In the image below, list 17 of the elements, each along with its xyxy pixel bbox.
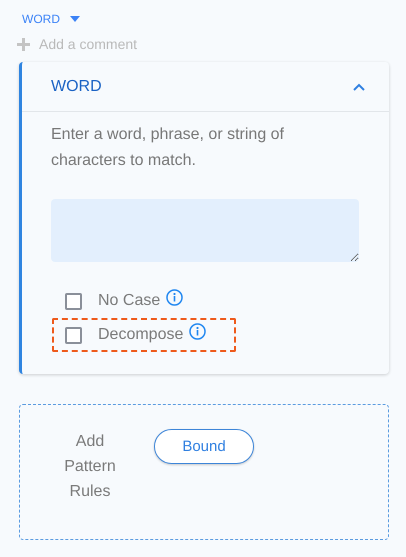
caret-icon [70,16,80,22]
text-field[interactable] [51,199,359,262]
description-text: Enter a word, phrase, or string of characters to match. [51,125,285,171]
option-row[interactable]: No Case [52,284,214,318]
chevron-icon [353,82,365,90]
info-icon[interactable] [189,322,206,340]
option-label: No Case [98,292,160,310]
option-label: Decompose [98,326,184,344]
add-rules-label: Add Pattern Rules [63,432,117,502]
checkbox[interactable] [65,326,82,344]
info-icon[interactable] [166,288,184,306]
option-row[interactable]: Decompose [52,318,236,352]
type-dropdown[interactable]: WORD [19,8,83,30]
bound-button[interactable]: Bound [154,429,254,464]
plus-icon [17,38,30,50]
checkbox[interactable] [65,292,82,310]
card-header[interactable]: WORD [22,62,389,112]
